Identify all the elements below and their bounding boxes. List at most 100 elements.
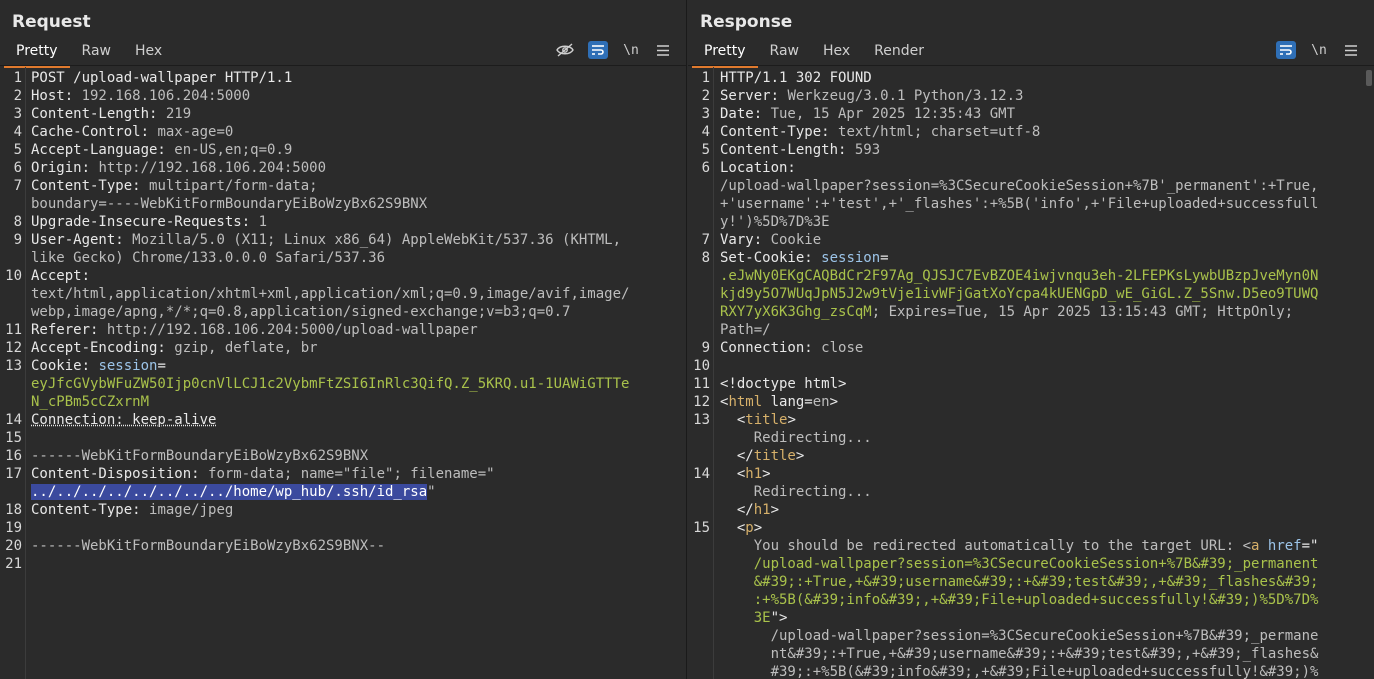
code-token: Set-Cookie:	[720, 250, 822, 266]
tab-pretty[interactable]: Pretty	[4, 40, 70, 68]
response-tabs: Pretty Raw Hex Render	[692, 40, 936, 68]
code-token: Accept-Encoding:	[31, 340, 175, 356]
code-token: +'username':+'test',+'_flashes':+%5B('in…	[720, 196, 1319, 212]
line-number: 18	[5, 502, 22, 518]
tab-render[interactable]: Render	[862, 40, 936, 65]
code-line: </title>	[720, 447, 804, 465]
code-token: like Gecko) Chrome/133.0.0.0 Safari/537.…	[31, 250, 386, 266]
code-token: /upload-wallpaper?session=%3CSecureCooki…	[720, 556, 1319, 572]
code-token: Server:	[720, 88, 788, 104]
code-line: :+%5B(&#39;info&#39;,+&#39;File+uploaded…	[720, 591, 1319, 609]
code-token: ------WebKitFormBoundaryEiBoWzyBx62S9BNX…	[31, 538, 386, 554]
code-line: Path=/	[720, 321, 771, 339]
code-line: Vary: Cookie	[720, 231, 821, 249]
code-token: <!doctype html>	[720, 376, 847, 392]
code-line: You should be redirected automatically t…	[720, 537, 1319, 555]
code-token: Accept-Language:	[31, 142, 175, 158]
code-line: Content-Length: 219	[31, 105, 191, 123]
code-line: Content-Type: image/jpeg	[31, 501, 233, 519]
code-line: ------WebKitFormBoundaryEiBoWzyBx62S9BNX	[31, 447, 368, 465]
code-line: /upload-wallpaper?session=%3CSecureCooki…	[720, 555, 1319, 573]
newline-toggle[interactable]: \n	[622, 41, 640, 59]
line-number: 17	[5, 466, 22, 482]
menu-icon[interactable]	[1342, 41, 1360, 59]
code-token: <	[720, 466, 746, 482]
newline-toggle[interactable]: \n	[1310, 41, 1328, 59]
code-token: webp,image/apng,*/*;q=0.8,application/si…	[31, 304, 571, 320]
code-line: ------WebKitFormBoundaryEiBoWzyBx62S9BNX…	[31, 537, 385, 555]
code-token: title	[753, 448, 796, 464]
code-line: Content-Length: 593	[720, 141, 880, 159]
code-token: >	[762, 466, 771, 482]
line-number: 4	[701, 124, 710, 140]
line-number: 3	[701, 106, 710, 122]
line-number: 2	[13, 88, 22, 104]
code-line: y!')%5D%7D%3E	[720, 213, 830, 231]
code-line: POST /upload-wallpaper HTTP/1.1	[31, 69, 292, 87]
request-editor[interactable]: 1 POST /upload-wallpaper HTTP/1.1 2 Host: 1…	[0, 67, 676, 679]
tab-pretty[interactable]: Pretty	[692, 40, 758, 68]
code-token: <	[720, 412, 746, 428]
code-token: >	[753, 520, 763, 536]
line-number: 13	[5, 358, 22, 374]
code-line: &#39;:+True,+&#39;username&#39;:+&#39;te…	[720, 573, 1319, 591]
code-token: Content-Type:	[31, 178, 150, 194]
code-line: User-Agent: Mozilla/5.0 (X11; Linux x86_…	[31, 231, 621, 249]
code-line: webp,image/apng,*/*;q=0.8,application/si…	[31, 303, 570, 321]
code-token: User-Agent:	[31, 232, 133, 248]
code-token: </	[720, 448, 754, 464]
line-number: 14	[5, 412, 22, 428]
tab-hex[interactable]: Hex	[811, 40, 862, 65]
code-line: Upgrade-Insecure-Requests: 1	[31, 213, 267, 231]
code-token: ">	[770, 610, 788, 626]
code-line: text/html,application/xhtml+xml,applicat…	[31, 285, 629, 303]
scrollbar-thumb[interactable]	[1366, 70, 1372, 86]
line-number: 10	[693, 358, 710, 374]
code-line: Cookie: session=	[31, 357, 166, 375]
code-line: Cache-Control: max-age=0	[31, 123, 233, 141]
code-line: RXY7yX6K3Ghg_zsCqM; Expires=Tue, 15 Apr …	[720, 303, 1293, 321]
code-line: /upload-wallpaper?session=%3CSecureCooki…	[720, 177, 1318, 195]
code-line: boundary=----WebKitFormBoundaryEiBoWzyBx…	[31, 195, 427, 213]
code-token: Vary:	[720, 232, 771, 248]
code-token: =	[880, 250, 889, 266]
line-number: 5	[701, 142, 710, 158]
code-token: Werkzeug/3.0.1 Python/3.12.3	[787, 88, 1024, 104]
code-token: Cookie:	[31, 358, 99, 374]
tab-raw[interactable]: Raw	[758, 40, 811, 65]
code-line: <html lang=en>	[720, 393, 838, 411]
code-token: N_cPBm5cCZxrnM	[31, 394, 150, 410]
line-number: 2	[701, 88, 710, 104]
line-number: 9	[13, 232, 22, 248]
divider	[688, 65, 1374, 66]
code-token: 219	[165, 106, 192, 122]
code-token: =	[157, 358, 166, 374]
code-token: nt&#39;:+True,+&#39;username&#39;:+&#39;…	[720, 646, 1319, 662]
code-token: en-US,en;q=0.9	[174, 142, 293, 158]
tab-hex[interactable]: Hex	[123, 40, 174, 65]
line-number: 8	[701, 250, 710, 266]
code-token: 1	[258, 214, 268, 230]
line-number: 6	[701, 160, 710, 176]
response-editor[interactable]: 1 HTTP/1.1 302 FOUND 2 Server: Werkzeug/3.0…	[688, 67, 1364, 679]
code-token: ------WebKitFormBoundaryEiBoWzyBx62S9BNX	[31, 448, 369, 464]
line-number: 16	[5, 448, 22, 464]
code-token: 3E	[720, 610, 771, 626]
response-pane: Response Pretty Raw Hex Render \n 1 HTTP/1.1…	[688, 0, 1374, 679]
tab-raw[interactable]: Raw	[70, 40, 123, 65]
menu-icon[interactable]	[654, 41, 672, 59]
code-line: Date: Tue, 15 Apr 2025 12:35:43 GMT	[720, 105, 1015, 123]
code-token: >	[829, 394, 839, 410]
code-token: Cookie	[770, 232, 822, 248]
wrap-lines-icon[interactable]	[1276, 41, 1296, 59]
request-pane: Request Pretty Raw Hex \n 1 POST /upload-wa…	[0, 0, 687, 679]
code-token: gzip, deflate, br	[174, 340, 318, 356]
hide-eye-icon[interactable]	[556, 41, 574, 59]
wrap-lines-icon[interactable]	[588, 41, 608, 59]
code-token: /upload-wallpaper?session=%3CSecureCooki…	[720, 628, 1319, 644]
code-token: kjd9y5O7WUqJpN5J2w9tVje1ivWFjGatXoYcpa4k…	[720, 286, 1319, 302]
code-token: title	[745, 412, 788, 428]
code-line: Server: Werkzeug/3.0.1 Python/3.12.3	[720, 87, 1023, 105]
code-token: Host:	[31, 88, 82, 104]
